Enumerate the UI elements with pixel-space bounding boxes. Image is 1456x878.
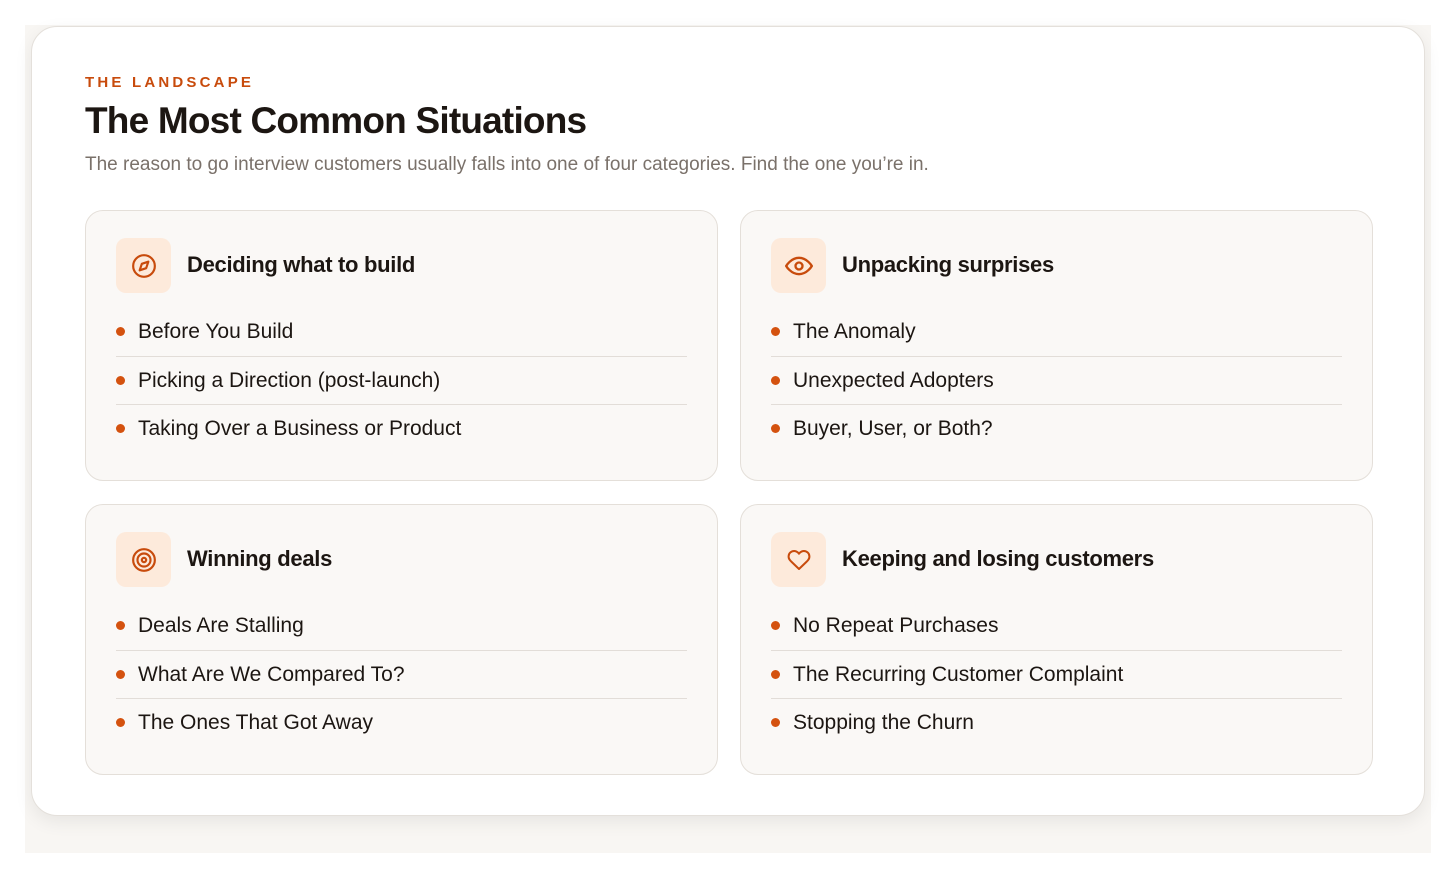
list-item-label: Taking Over a Business or Product [138, 417, 462, 440]
compass-icon [116, 238, 171, 293]
situation-list: No Repeat Purchases The Recurring Custom… [771, 602, 1342, 748]
card-winning-deals: Winning deals Deals Are Stalling What Ar… [85, 504, 718, 775]
bullet-dot [771, 375, 780, 385]
heart-icon [771, 532, 826, 587]
card-title: Winning deals [187, 546, 333, 571]
list-item-label: Buyer, User, or Both? [793, 417, 993, 440]
situation-list: Deals Are Stalling What Are We Compared … [116, 602, 687, 748]
card-title: Keeping and losing customers [842, 546, 1154, 571]
card-unpacking-surprises: Unpacking surprises The Anomaly Unexpect… [740, 210, 1373, 481]
situation-list: The Anomaly Unexpected Adopters Buyer, U… [771, 308, 1342, 454]
list-item[interactable]: The Ones That Got Away [116, 699, 687, 748]
bullet-dot [116, 424, 125, 433]
list-item-label: The Anomaly [793, 320, 916, 343]
bullet-dot [116, 718, 125, 727]
bullet-dot [771, 621, 780, 630]
bullet-dot [771, 327, 780, 336]
list-item-label: Before You Build [138, 320, 294, 343]
list-item-label: The Ones That Got Away [138, 711, 374, 734]
situation-list: Before You Build Picking a Direction (po… [116, 308, 687, 454]
list-item-label: What Are We Compared To? [138, 662, 405, 686]
list-item[interactable]: The Anomaly [771, 308, 1342, 357]
bullet-dot [771, 718, 780, 727]
list-item[interactable]: Before You Build [116, 308, 687, 357]
bullet-dot [116, 375, 125, 385]
list-item[interactable]: Buyer, User, or Both? [771, 405, 1342, 454]
page-title: The Most Common Situations [85, 100, 587, 141]
eye-icon [771, 238, 826, 293]
list-item-label: Deals Are Stalling [138, 614, 304, 637]
list-item[interactable]: No Repeat Purchases [771, 602, 1342, 651]
list-item-label: The Recurring Customer Complaint [793, 662, 1124, 686]
list-item[interactable]: Stopping the Churn [771, 699, 1342, 748]
list-item[interactable]: Taking Over a Business or Product [116, 405, 687, 454]
list-item-label: Unexpected Adopters [793, 368, 994, 392]
bullet-dot [771, 424, 780, 433]
bullet-dot [771, 669, 780, 679]
card-deciding-what-to-build: Deciding what to build Before You Build … [85, 210, 718, 481]
target-icon [116, 532, 171, 587]
list-item[interactable]: What Are We Compared To? [116, 651, 687, 699]
situations-panel: THE LANDSCAPE The Most Common Situations… [31, 26, 1425, 816]
bullet-dot [116, 621, 125, 630]
list-item-label: No Repeat Purchases [793, 614, 999, 637]
list-item[interactable]: Deals Are Stalling [116, 602, 687, 651]
page-subtitle: The reason to go interview customers usu… [85, 154, 929, 175]
list-item[interactable]: Unexpected Adopters [771, 357, 1342, 405]
list-item[interactable]: The Recurring Customer Complaint [771, 651, 1342, 699]
section-eyebrow: THE LANDSCAPE [85, 74, 255, 91]
list-item-label: Picking a Direction (post-launch) [138, 368, 441, 392]
bullet-dot [116, 327, 125, 336]
list-item[interactable]: Picking a Direction (post-launch) [116, 357, 687, 405]
card-title: Unpacking surprises [842, 252, 1054, 277]
bullet-dot [116, 669, 125, 679]
card-title: Deciding what to build [187, 252, 416, 277]
card-keeping-and-losing-customers: Keeping and losing customers No Repeat P… [740, 504, 1373, 775]
list-item-label: Stopping the Churn [793, 711, 974, 734]
